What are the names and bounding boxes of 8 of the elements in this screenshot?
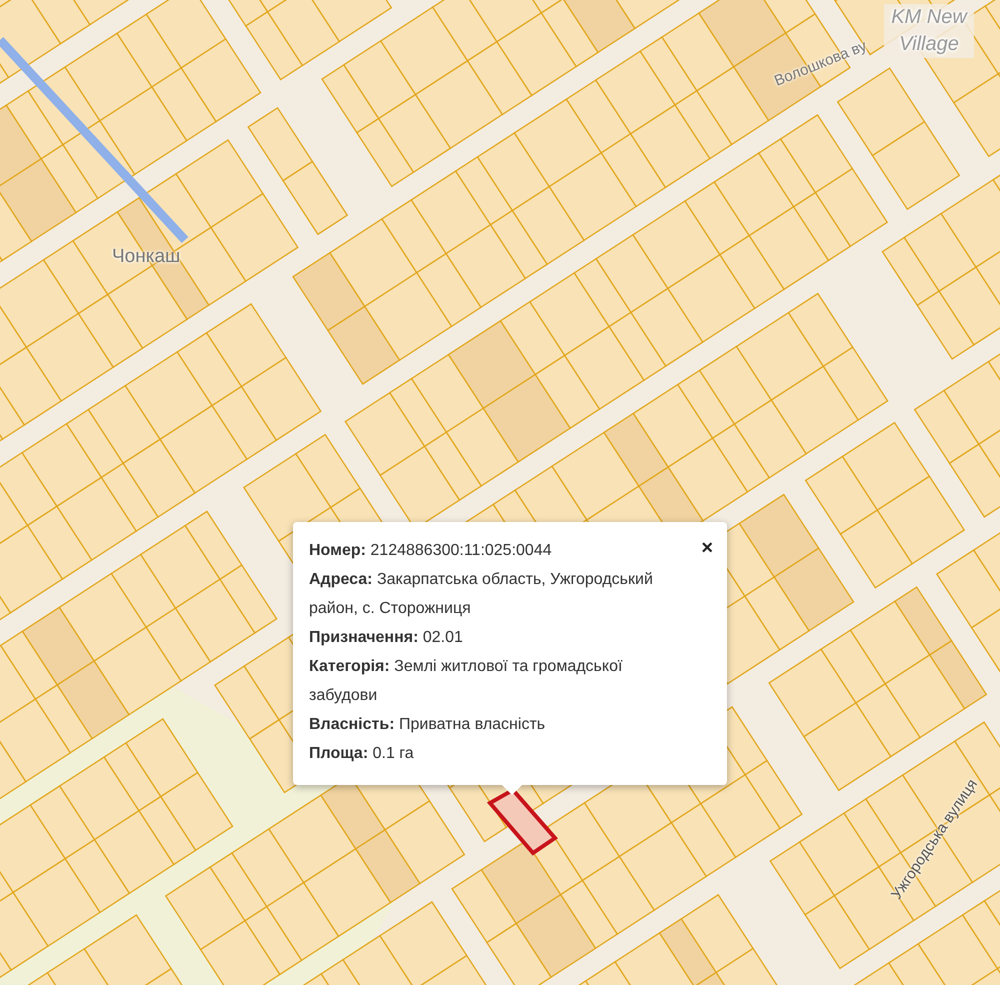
close-button[interactable]: ×	[697, 536, 717, 560]
parcel-info-text: Власність: Приватна власність	[309, 715, 546, 735]
place-label: KM New Village	[884, 4, 974, 58]
parcel-info-text: Категорія: Землі житлової та громадської забудови	[309, 657, 624, 706]
parcel-info-text: Призначення: 02.01	[309, 628, 463, 648]
parcel-info-text: Площа: 0.1 га	[309, 744, 414, 764]
parcel-info-text: Адреса: Закарпатська область, Ужгородський район, с. Сторожниця	[309, 570, 654, 619]
parcel-info-text: Номер: 2124886300:11:025:0044	[309, 541, 552, 561]
